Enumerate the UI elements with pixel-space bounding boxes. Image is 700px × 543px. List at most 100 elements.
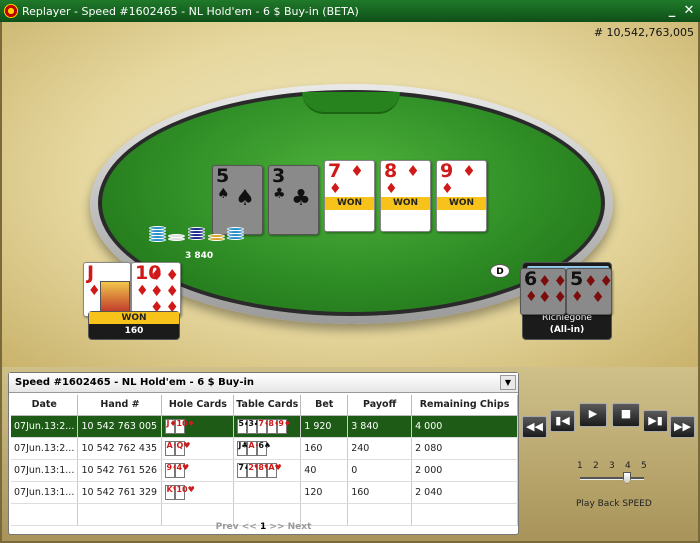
chip-stack [227, 227, 244, 240]
jack-face-icon [100, 281, 130, 313]
step-back-button[interactable]: ▮◀ [550, 410, 575, 432]
playback-speed-label: Play Back SPEED [576, 499, 652, 509]
card-rank: 7 [328, 160, 342, 182]
mini-card: K♥ [165, 484, 180, 500]
card-pips: ♦♦ ♦ [584, 272, 612, 306]
cell-bet: 40 [300, 459, 349, 482]
rewind-button[interactable]: ◀◀ [522, 416, 547, 438]
card-suit: ♦ [385, 181, 398, 197]
cell-payoff: 160 [347, 481, 413, 504]
table-row[interactable]: 07Jun.13:1... 10 542 761 329 K♥10♥ 120 160 2 … [11, 481, 518, 504]
next-link[interactable]: >> Next [269, 522, 311, 532]
step-forward-icon: ▶▮ [648, 414, 663, 427]
card-rank: 5 [570, 268, 584, 290]
history-dropdown[interactable]: Speed #1602465 - NL Hold'em - 6 $ Buy-in… [9, 373, 518, 393]
mini-card: 9♦ [165, 462, 179, 478]
cell-remaining: 2 040 [411, 481, 518, 504]
mini-card: Q♥ [175, 440, 190, 456]
rewind-icon: ◀◀ [526, 420, 543, 433]
cell-hole: K♥10♥ [161, 481, 235, 504]
hand-history-panel: Speed #1602465 - NL Hold'em - 6 $ Buy-in… [8, 372, 519, 535]
fast-forward-button[interactable]: ▶▶ [670, 416, 695, 438]
play-icon: ▶ [588, 407, 598, 420]
close-button[interactable]: ✕ [682, 3, 696, 18]
mini-card: 7♦ [257, 418, 271, 434]
cell-date: 07Jun.13:1... [11, 459, 79, 482]
card-rank: 3 [272, 165, 286, 187]
card-suit: ♣ [273, 186, 286, 202]
card-pips: ♦♦ ♦♦ [538, 272, 566, 306]
cell-bet: 120 [300, 481, 349, 504]
dealer-notch [302, 92, 400, 114]
step-forward-button[interactable]: ▶▮ [643, 410, 668, 432]
mini-card: 5♠ [237, 418, 251, 434]
mini-card: A♥ [267, 462, 282, 478]
mini-card: A♦ [165, 440, 180, 456]
card-pips: ♦ [462, 162, 478, 180]
mini-card: 10♥ [175, 484, 195, 500]
villain-card-2: 5 ♦ ♦♦ ♦ [566, 268, 612, 315]
villain-status: (All-in) [549, 325, 585, 335]
dealer-button: D [490, 264, 510, 278]
column-header[interactable]: Date [11, 395, 79, 416]
mini-card: J♣ [237, 440, 248, 456]
hero-card-1: J ♦ [83, 262, 131, 317]
stop-icon: ■ [620, 407, 632, 420]
column-header[interactable]: Payoff [347, 395, 413, 416]
stop-button[interactable]: ■ [612, 403, 640, 427]
cell-hole: J♦10♦ [161, 415, 235, 438]
card-pips: ♣ [291, 186, 313, 211]
mini-card: 8♦ [267, 418, 281, 434]
cell-payoff: 3 840 [347, 415, 413, 438]
cell-bet: 1 920 [300, 415, 349, 438]
cell-table: 7♠2♥8♥A♥ [233, 459, 302, 482]
current-page[interactable]: 1 [260, 522, 266, 532]
pot-amount: 3 840 [185, 251, 214, 261]
app-logo-icon [4, 4, 18, 18]
speed-tick: 3 [609, 461, 615, 471]
card-pips: ♠ [235, 186, 257, 211]
cell-table [233, 481, 302, 504]
card-rank: 8 [384, 160, 398, 182]
speed-tick: 4 [625, 461, 631, 471]
hero-chips: 160 [124, 326, 144, 336]
card-suit: ♦ [525, 289, 538, 305]
cell-date: 07Jun.13:2... [11, 437, 79, 460]
prev-link[interactable]: Prev << [216, 522, 257, 532]
hero-seat-box: WON 160 [88, 311, 180, 340]
mini-card: J♦ [165, 418, 177, 434]
table-row[interactable]: 07Jun.13:2... 10 542 762 435 A♦Q♥ J♣A♦6♠ 160… [11, 437, 518, 460]
table-row[interactable]: 07Jun.13:1... 10 542 761 526 9♦4♥ 7♠2♥8♥A♥ 4… [11, 459, 518, 482]
board-card-5: 9 ♦ WON ♦ [436, 160, 487, 232]
play-button[interactable]: ▶ [579, 403, 607, 427]
card-pips: ♦ [350, 162, 366, 180]
window-title: Replayer - Speed #1602465 - NL Hold'em -… [22, 4, 359, 18]
minimize-button[interactable]: _ [665, 3, 679, 18]
hand-number-display: # 10,542,763,005 [593, 26, 694, 39]
speed-tick: 5 [641, 461, 647, 471]
column-header[interactable]: Remaining Chips [411, 395, 518, 416]
hero-card-2: 10 ♦ ♦♦ ♦♦ ♦♦ [131, 262, 181, 317]
chip-stack [149, 226, 166, 242]
speed-tick: 1 [577, 461, 583, 471]
cell-payoff: 0 [347, 459, 413, 482]
cell-remaining: 2 000 [411, 459, 518, 482]
cell-hand: 10 542 762 435 [77, 437, 163, 460]
table-row[interactable]: 07Jun.13:2... 10 542 763 005 J♦10♦ 5♠3♣7♦8♦… [11, 415, 518, 438]
chevron-down-icon[interactable]: ▼ [500, 375, 516, 390]
mini-card: 2♥ [247, 462, 261, 478]
cell-date: 07Jun.13:2... [11, 415, 79, 438]
cell-date: 07Jun.13:1... [11, 481, 79, 504]
speed-slider-track[interactable] [580, 477, 644, 480]
won-label: WON [437, 197, 486, 210]
fast-forward-icon: ▶▶ [674, 420, 691, 433]
card-suit: ♦ [136, 283, 149, 299]
card-rank: J [87, 262, 95, 284]
column-header[interactable]: Hand # [77, 395, 163, 416]
card-suit: ♦ [88, 283, 101, 299]
column-header[interactable]: Bet [300, 395, 349, 416]
column-header[interactable]: Hole Cards [161, 395, 235, 416]
card-suit: ♠ [217, 186, 230, 202]
cell-table: 5♠3♣7♦8♦9♦ [233, 415, 302, 438]
column-header[interactable]: Table Cards [233, 395, 302, 416]
